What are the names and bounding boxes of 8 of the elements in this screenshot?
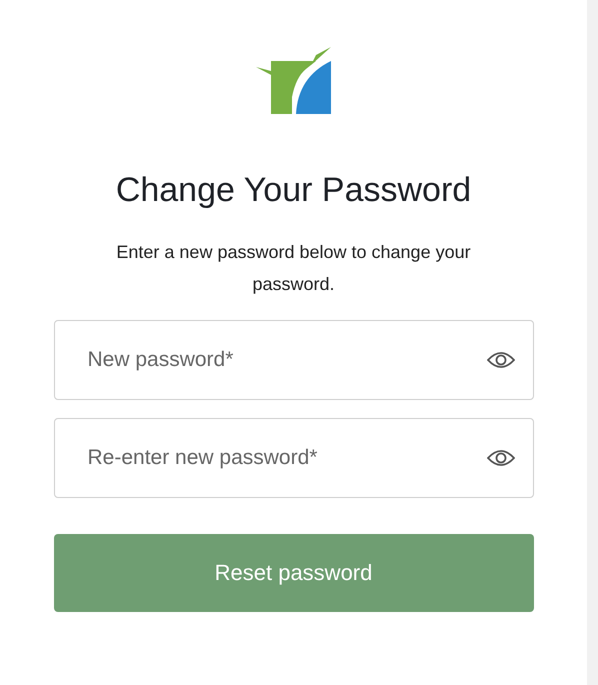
eye-icon[interactable]: [486, 448, 514, 468]
logo-icon: [256, 47, 332, 114]
page-title: Change Your Password: [116, 170, 472, 211]
eye-icon[interactable]: [486, 350, 514, 370]
description: Enter a new password below to change your password.: [115, 240, 472, 296]
reset-password-button[interactable]: Reset password: [54, 534, 534, 612]
password-field[interactable]: Re-enter new password*: [54, 418, 534, 498]
password-field[interactable]: New password*: [54, 320, 534, 400]
